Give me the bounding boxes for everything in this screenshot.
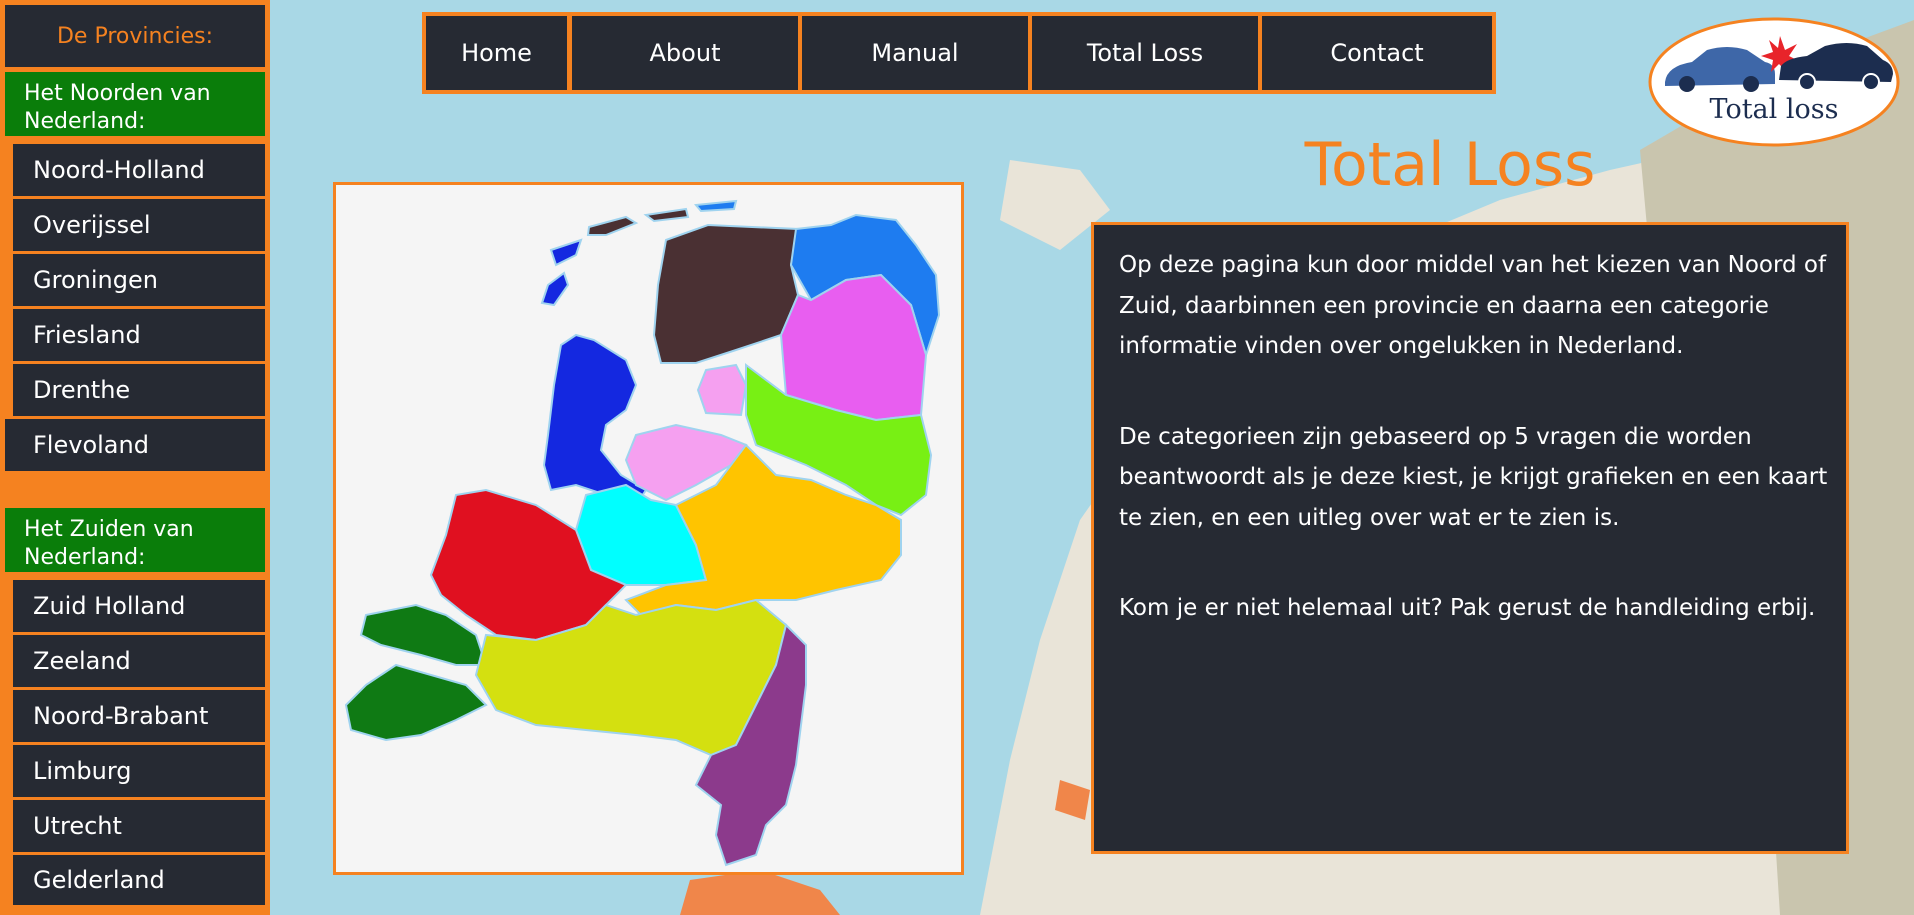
nav-contact[interactable]: Contact: [1262, 16, 1492, 90]
sidebar-item-noord-holland[interactable]: Noord-Holland: [13, 144, 265, 196]
south-group-title: Het Zuiden van Nederland:: [5, 508, 265, 572]
info-panel: Op deze pagina kun door middel van het k…: [1091, 222, 1849, 854]
sidebar-item-drenthe[interactable]: Drenthe: [13, 364, 265, 416]
sidebar-item-overijssel[interactable]: Overijssel: [13, 199, 265, 251]
nav-total-loss[interactable]: Total Loss: [1032, 16, 1258, 90]
info-paragraph: De categorieen zijn gebaseerd op 5 vrage…: [1119, 423, 1828, 531]
sidebar-item-zuid-holland[interactable]: Zuid Holland: [13, 580, 265, 632]
info-paragraph: Op deze pagina kun door middel van het k…: [1119, 252, 1827, 359]
total-loss-logo[interactable]: Total loss: [1647, 16, 1901, 148]
map-island: [694, 199, 738, 213]
map-island: [549, 238, 583, 267]
sidebar-item-gelderland[interactable]: Gelderland: [13, 855, 265, 905]
north-group-title: Het Noorden van Nederland:: [5, 72, 265, 136]
info-paragraph: Kom je er niet helemaal uit? Pak gerust …: [1119, 595, 1816, 621]
car-crash-icon: [1648, 17, 1900, 147]
province-sidebar: De Provincies: Het Noorden van Nederland…: [0, 0, 270, 915]
province-flevoland[interactable]: [696, 363, 748, 417]
main-nav: Home About Manual Total Loss Contact: [422, 12, 1496, 94]
sidebar-item-friesland[interactable]: Friesland: [13, 309, 265, 361]
nav-manual[interactable]: Manual: [802, 16, 1028, 90]
map-island: [643, 207, 690, 223]
sidebar-item-utrecht[interactable]: Utrecht: [13, 800, 265, 852]
province-zeeland[interactable]: [344, 663, 488, 742]
province-noord-holland[interactable]: [542, 333, 648, 507]
logo-text: Total loss: [1709, 94, 1839, 125]
province-map: [333, 182, 964, 875]
sidebar-heading: De Provincies:: [5, 5, 265, 67]
sidebar-item-zeeland[interactable]: Zeeland: [13, 635, 265, 687]
province-friesland[interactable]: [652, 223, 800, 364]
map-island: [586, 215, 639, 236]
map-island: [540, 271, 570, 307]
netherlands-map: [344, 199, 941, 867]
nav-about[interactable]: About: [572, 16, 798, 90]
sidebar-item-groningen[interactable]: Groningen: [13, 254, 265, 306]
sidebar-item-flevoland[interactable]: Flevoland: [5, 419, 265, 471]
page-title: Total Loss: [1304, 130, 1596, 200]
sidebar-item-noord-brabant[interactable]: Noord-Brabant: [13, 690, 265, 742]
nav-home[interactable]: Home: [426, 16, 567, 90]
sidebar-item-limburg[interactable]: Limburg: [13, 745, 265, 797]
